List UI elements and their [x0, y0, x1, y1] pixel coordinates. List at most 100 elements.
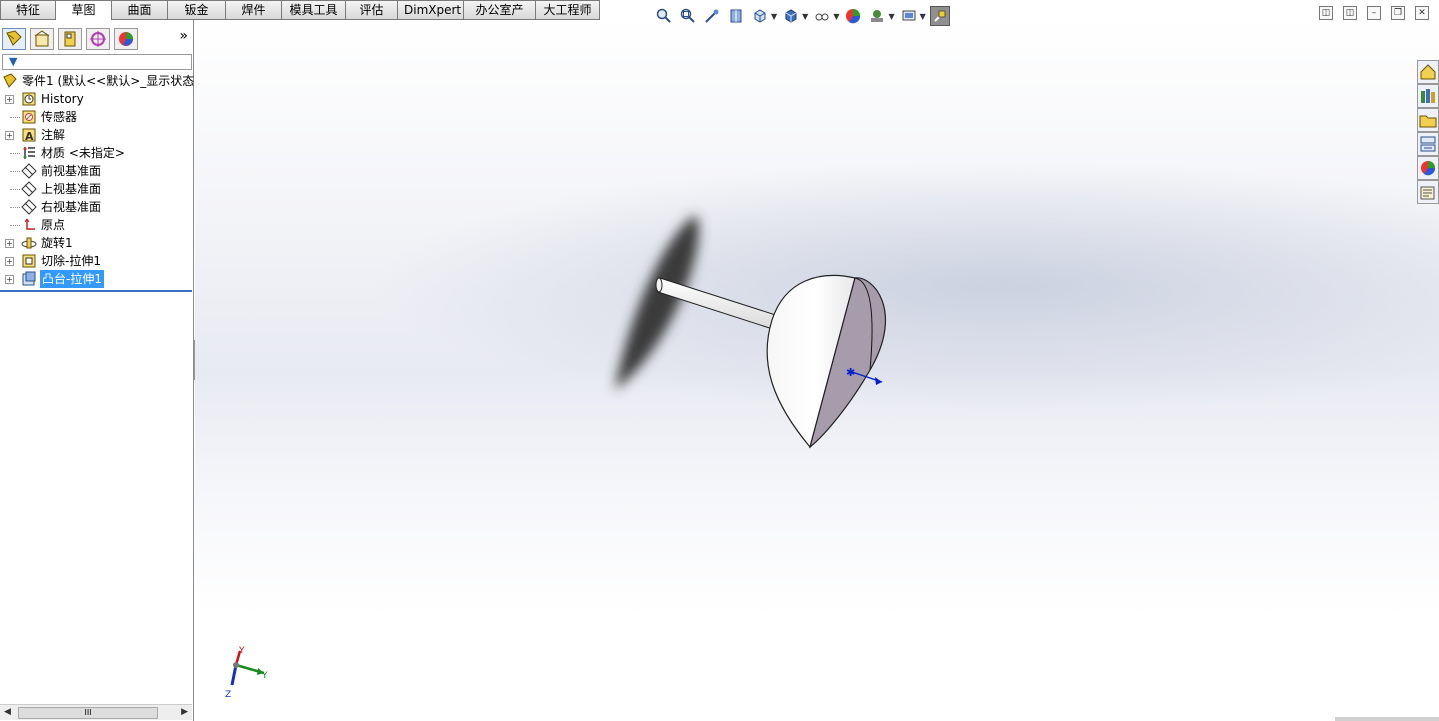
hide-show-items-icon[interactable]: [812, 6, 832, 26]
svg-text:A: A: [25, 130, 34, 143]
expand-toggle-icon[interactable]: +: [5, 131, 14, 140]
section-view-icon[interactable]: [726, 6, 746, 26]
reference-triad: Y Y Z: [225, 646, 268, 700]
chevron-down-icon[interactable]: ▼: [833, 12, 839, 21]
tree-item[interactable]: 传感器: [0, 108, 194, 126]
dimxpert-manager-icon[interactable]: [86, 28, 110, 50]
tree-rollback-bar[interactable]: [0, 290, 192, 292]
boss-extrude-icon: [21, 271, 37, 287]
triad-label-bottom: Z: [225, 690, 231, 700]
feature-tree: 零件1 (默认<<默认>_显示状态 + History 传感器 + A 注解材质 <未指定…: [0, 72, 194, 288]
chevron-down-icon[interactable]: ▼: [802, 12, 808, 21]
tree-item-label: 前视基准面: [41, 164, 102, 178]
expand-toggle-icon[interactable]: +: [5, 275, 14, 284]
apply-scene-icon[interactable]: [867, 6, 887, 26]
tab-7[interactable]: DimXpert: [398, 0, 464, 20]
chevron-down-icon[interactable]: ▼: [771, 12, 777, 21]
design-library-icon[interactable]: [1417, 84, 1439, 108]
heads-up-view-toolbar: ▼ ▼ ▼ ▼ ▼: [654, 4, 950, 28]
tree-item[interactable]: 原点: [0, 216, 194, 234]
edit-appearance-icon[interactable]: [843, 6, 863, 26]
tab-3[interactable]: 钣金: [168, 0, 226, 20]
tab-9[interactable]: 大工程师: [536, 0, 600, 20]
tree-item[interactable]: 前视基准面: [0, 162, 194, 180]
tree-item-label: History: [41, 92, 84, 106]
model-3d-view[interactable]: ✱: [600, 200, 910, 460]
panel-expand-chevron[interactable]: »: [179, 28, 188, 44]
tree-connector: [10, 189, 20, 190]
appearances-icon[interactable]: [1417, 156, 1439, 180]
task-pane-tabs: [1417, 60, 1439, 204]
configuration-manager-icon[interactable]: [58, 28, 82, 50]
zoom-to-fit-icon[interactable]: [654, 6, 674, 26]
tree-item-label: 凸台-拉伸1: [40, 270, 104, 288]
tree-item[interactable]: + 切除-拉伸1: [0, 252, 194, 270]
tree-item[interactable]: 上视基准面: [0, 180, 194, 198]
chevron-down-icon[interactable]: ▼: [888, 12, 894, 21]
expand-toggle-icon[interactable]: +: [5, 239, 14, 248]
view-palette-icon[interactable]: [1417, 132, 1439, 156]
tree-item-label: 右视基准面: [41, 200, 102, 214]
panel-tab-bar: »: [0, 26, 194, 52]
cut-extrude-icon: [21, 253, 37, 269]
sensor-icon: [21, 109, 37, 125]
view-orientation-icon[interactable]: [750, 6, 770, 26]
tree-item[interactable]: + A 注解: [0, 126, 194, 144]
tree-connector: [10, 171, 20, 172]
tab-1[interactable]: 草图: [56, 0, 112, 20]
tree-connector: [10, 225, 20, 226]
tree-item[interactable]: + 凸台-拉伸1: [0, 270, 194, 288]
material-icon: [21, 145, 37, 161]
tree-item[interactable]: 材质 <未指定>: [0, 144, 194, 162]
command-manager-tabs: 特征草图曲面钣金焊件模具工具评估DimXpert办公室产品大工程师: [0, 0, 600, 35]
tree-root-part[interactable]: 零件1 (默认<<默认>_显示状态: [0, 72, 194, 90]
chevron-down-icon[interactable]: ▼: [920, 12, 926, 21]
property-manager-icon[interactable]: [30, 28, 54, 50]
realview-graphics-icon[interactable]: [929, 6, 950, 26]
tree-horizontal-scrollbar[interactable]: ◀ III ▶: [0, 704, 192, 720]
model-shadow: [615, 215, 699, 390]
history-icon: [21, 91, 37, 107]
custom-properties-icon[interactable]: [1417, 180, 1439, 204]
status-strip: [1335, 717, 1439, 721]
display-style-icon[interactable]: [781, 6, 801, 26]
scroll-thumb[interactable]: III: [18, 707, 158, 719]
tree-item[interactable]: + 旋转1: [0, 234, 194, 252]
tree-item-label: 原点: [41, 218, 66, 232]
tile-left-icon[interactable]: ◫: [1319, 6, 1333, 20]
triad-label-right: Y: [261, 671, 268, 681]
tree-item-label: 上视基准面: [41, 182, 102, 196]
expand-toggle-icon[interactable]: +: [5, 95, 14, 104]
revolve-icon: [21, 235, 37, 251]
scroll-left-icon[interactable]: ◀: [4, 707, 11, 717]
tree-connector: [10, 207, 20, 208]
expand-toggle-icon[interactable]: +: [5, 257, 14, 266]
tree-item-label: 注解: [41, 128, 66, 142]
tree-item-label: 旋转1: [41, 236, 73, 250]
tree-item[interactable]: + History: [0, 90, 194, 108]
feature-manager-icon[interactable]: [2, 28, 26, 50]
filter-icon: ▼: [9, 55, 18, 68]
tab-6[interactable]: 评估: [346, 0, 398, 20]
tab-4[interactable]: 焊件: [226, 0, 282, 20]
annotation-icon: A: [21, 127, 37, 143]
tree-item-label: 传感器: [41, 110, 78, 124]
tab-2[interactable]: 曲面: [112, 0, 168, 20]
tile-right-icon[interactable]: ◫: [1343, 6, 1357, 20]
tree-item[interactable]: 右视基准面: [0, 198, 194, 216]
display-manager-icon[interactable]: [114, 28, 138, 50]
feature-manager-panel: » ▼ 零件1 (默认<<默认>_显示状态 + History 传感器 + A 注解材质 …: [0, 20, 194, 721]
feature-filter-input[interactable]: ▼: [2, 54, 192, 70]
tab-5[interactable]: 模具工具: [282, 0, 346, 20]
scroll-right-icon[interactable]: ▶: [181, 707, 188, 717]
minimize-icon[interactable]: –: [1367, 6, 1381, 20]
zoom-to-area-icon[interactable]: [678, 6, 698, 26]
solidworks-resources-icon[interactable]: [1417, 60, 1439, 84]
close-icon[interactable]: ✕: [1415, 6, 1429, 20]
tab-8[interactable]: 办公室产品: [464, 0, 536, 35]
previous-view-icon[interactable]: [702, 6, 722, 26]
tab-0[interactable]: 特征: [0, 0, 56, 20]
restore-icon[interactable]: ❐: [1391, 6, 1405, 20]
file-explorer-icon[interactable]: [1417, 108, 1439, 132]
view-settings-icon[interactable]: [899, 6, 919, 26]
